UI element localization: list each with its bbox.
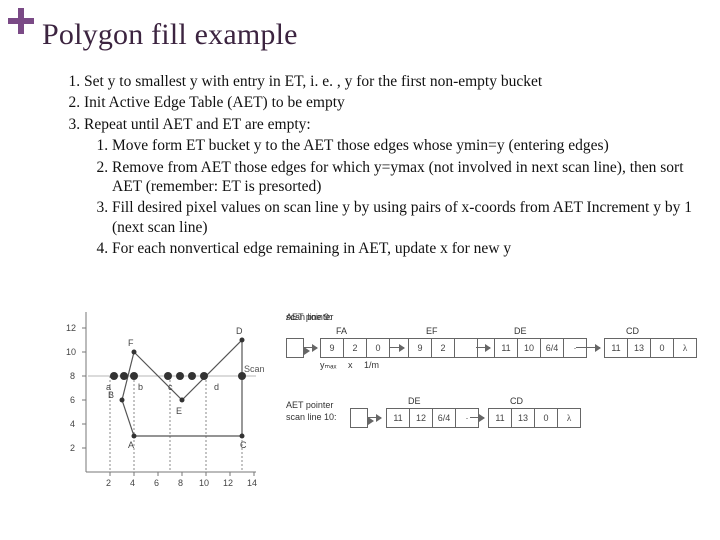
hdr-cd: CD bbox=[626, 326, 639, 336]
step-2: Init Active Edge Table (AET) to be empty bbox=[84, 93, 700, 112]
row2-cd: 11 13 0 λ bbox=[488, 408, 581, 428]
hdr-ef: EF bbox=[426, 326, 438, 336]
steps-list: Set y to smallest y with entry in ET, i.… bbox=[58, 72, 700, 258]
svg-text:C: C bbox=[240, 440, 247, 450]
svg-text:10: 10 bbox=[66, 347, 76, 357]
svg-text:2: 2 bbox=[106, 478, 111, 488]
plus-icon bbox=[6, 6, 36, 36]
svg-text:A: A bbox=[128, 440, 134, 450]
substeps-list: Move form ET bucket y to the AET those e… bbox=[84, 136, 700, 258]
foot-m: 1/m bbox=[364, 360, 379, 370]
svg-text:8: 8 bbox=[70, 371, 75, 381]
arrow-icon bbox=[576, 347, 600, 348]
svg-text:E: E bbox=[176, 406, 182, 416]
substep-4: For each nonvertical edge remaining in A… bbox=[112, 239, 700, 258]
svg-text:6: 6 bbox=[70, 395, 75, 405]
step-3-text: Repeat until AET and ET are empty: bbox=[84, 116, 311, 133]
row2-scan-label: scan line 10: bbox=[286, 412, 337, 422]
hdr-fa: FA bbox=[336, 326, 347, 336]
step-1: Set y to smallest y with entry in ET, i.… bbox=[84, 72, 700, 91]
polygon-chart: 2 4 6 8 10 12 14 2 4 6 8 10 12 bbox=[56, 302, 266, 492]
svg-text:10: 10 bbox=[199, 478, 209, 488]
arrow-icon bbox=[470, 417, 484, 418]
svg-text:c: c bbox=[168, 382, 173, 392]
hdr-de: DE bbox=[514, 326, 527, 336]
aet-diagram: scan line 9: AET pointer FA 9 2 0 · EF 9… bbox=[286, 312, 696, 492]
foot-ymax: yₘₐₓ bbox=[320, 360, 336, 371]
svg-text:a: a bbox=[106, 382, 111, 392]
svg-text:14: 14 bbox=[247, 478, 257, 488]
substep-3: Fill desired pixel values on scan line y… bbox=[112, 198, 700, 237]
slide: Polygon fill example Set y to smallest y… bbox=[0, 0, 720, 540]
svg-text:b: b bbox=[138, 382, 143, 392]
svg-text:D: D bbox=[236, 326, 243, 336]
substep-1: Move form ET bucket y to the AET those e… bbox=[112, 136, 700, 155]
arrow-icon bbox=[367, 417, 381, 418]
svg-text:2: 2 bbox=[70, 443, 75, 453]
arrow-icon bbox=[390, 347, 404, 348]
row2-ptr-box bbox=[350, 408, 368, 428]
arrow-icon bbox=[303, 347, 317, 348]
svg-text:6: 6 bbox=[154, 478, 159, 488]
substep-2: Remove from AET those edges for which y=… bbox=[112, 158, 700, 197]
svg-text:d: d bbox=[214, 382, 219, 392]
svg-text:F: F bbox=[128, 338, 134, 348]
step-3: Repeat until AET and ET are empty: Move … bbox=[84, 115, 700, 259]
svg-text:8: 8 bbox=[178, 478, 183, 488]
svg-text:Scan line: Scan line bbox=[244, 364, 266, 374]
row2-de: 11 12 6/4 · bbox=[386, 408, 479, 428]
svg-text:12: 12 bbox=[66, 323, 76, 333]
row1-ptr-box bbox=[286, 338, 304, 358]
row1-ptr-label: AET pointer bbox=[286, 312, 333, 322]
row2-ptr-label: AET pointer bbox=[286, 400, 333, 410]
body-text: Set y to smallest y with entry in ET, i.… bbox=[58, 72, 700, 260]
figures: 2 4 6 8 10 12 14 2 4 6 8 10 12 bbox=[56, 302, 696, 512]
slide-title: Polygon fill example bbox=[42, 18, 298, 52]
y-ticks: 2 4 6 8 10 12 bbox=[66, 323, 86, 453]
svg-text:12: 12 bbox=[223, 478, 233, 488]
foot-x: x bbox=[348, 360, 353, 370]
arrow-icon bbox=[476, 347, 490, 348]
row1-de: 11 10 6/4 · bbox=[494, 338, 587, 358]
hdr-cd2: CD bbox=[510, 396, 523, 406]
row1-cd: 11 13 0 λ bbox=[604, 338, 697, 358]
svg-text:4: 4 bbox=[70, 419, 75, 429]
hdr-de2: DE bbox=[408, 396, 421, 406]
svg-text:4: 4 bbox=[130, 478, 135, 488]
x-ticks: 2 4 6 8 10 12 14 bbox=[106, 472, 257, 488]
